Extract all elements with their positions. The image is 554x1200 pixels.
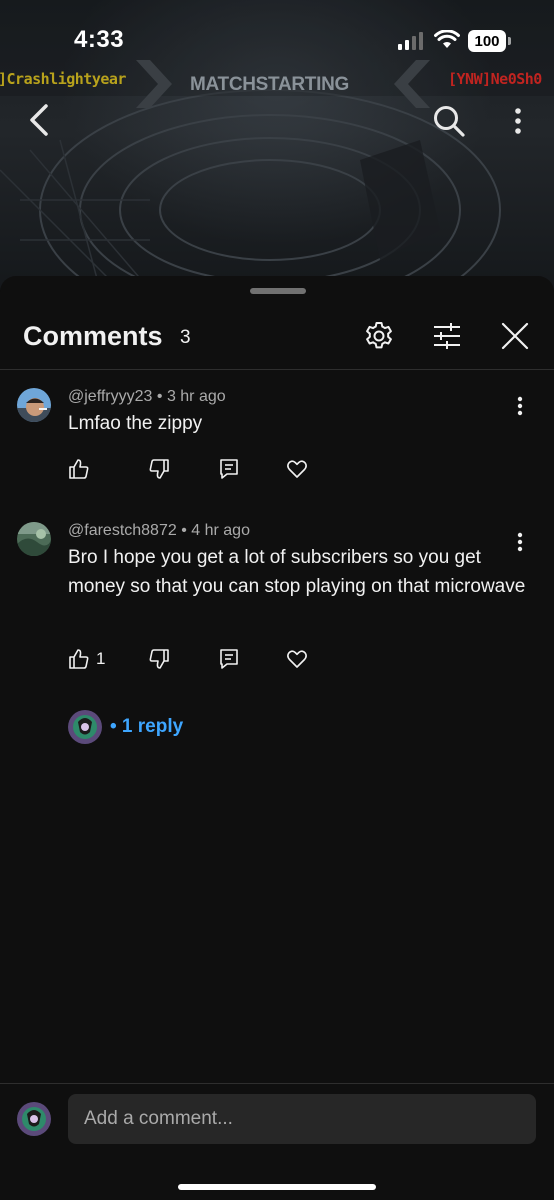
- add-comment-input[interactable]: [68, 1094, 536, 1144]
- comments-count: 3: [180, 327, 191, 348]
- thumbs-down-icon: [149, 649, 169, 669]
- video-player-right-name: [YNW]Ne0Sh0: [448, 70, 542, 88]
- heart-icon: [287, 460, 307, 478]
- heart-button[interactable]: [286, 456, 308, 482]
- back-arrow-icon[interactable]: [24, 100, 54, 140]
- comment-meta: @jeffryyy23 • 3 hr ago: [68, 388, 226, 406]
- like-count: 1: [96, 649, 106, 668]
- chevron-left-banner-icon: [394, 60, 430, 108]
- screen: 4:33 100 ]Crashlightyear MATCHSTARTING […: [0, 0, 554, 1200]
- chevron-right-banner-icon: [136, 60, 172, 108]
- meta-separator: •: [156, 388, 163, 405]
- status-bar: 4:33 100: [0, 0, 554, 80]
- thumbs-up-icon: [69, 459, 89, 479]
- settings-gear-icon[interactable]: [363, 320, 395, 352]
- comments-header: Comments 3: [0, 316, 554, 370]
- comment-time: 3 hr ago: [166, 388, 226, 405]
- comment-actions: 1: [68, 646, 328, 672]
- comments-sheet: Comments 3 @jeffryyy23 • 3 hr ago Lmfao …: [0, 276, 554, 1200]
- video-player[interactable]: 4:33 100 ]Crashlightyear MATCHSTARTING […: [0, 0, 554, 290]
- dislike-button[interactable]: [148, 646, 170, 672]
- avatar: [68, 710, 102, 744]
- comment-author[interactable]: @farestch8872: [68, 522, 177, 539]
- comment-actions: [68, 456, 328, 482]
- clock: 4:33: [74, 26, 125, 53]
- avatar[interactable]: [17, 388, 51, 422]
- video-player-left-name: ]Crashlightyear: [0, 70, 126, 88]
- battery-indicator: 100: [468, 30, 511, 52]
- heart-icon: [287, 650, 307, 668]
- reply-comment-icon: [220, 459, 238, 479]
- header-divider: [0, 369, 554, 370]
- view-replies-button[interactable]: • 1 reply: [68, 710, 183, 744]
- comment-meta: @farestch8872 • 4 hr ago: [68, 522, 250, 540]
- comment-item: @jeffryyy23 • 3 hr ago Lmfao the zippy: [0, 386, 554, 486]
- video-banner-text: MATCHSTARTING: [190, 74, 349, 95]
- avatar[interactable]: [17, 522, 51, 556]
- like-button[interactable]: [68, 456, 90, 482]
- comment-time: 4 hr ago: [191, 522, 250, 539]
- like-button[interactable]: 1: [68, 646, 105, 672]
- meta-separator: •: [181, 522, 187, 539]
- heart-button[interactable]: [286, 646, 308, 672]
- comment-text: Bro I hope you get a lot of subscribers …: [68, 547, 526, 597]
- reply-comment-icon: [220, 649, 238, 669]
- search-icon[interactable]: [432, 104, 466, 138]
- composer-divider: [0, 1083, 554, 1084]
- thumbs-up-icon: [69, 649, 89, 669]
- more-vert-icon[interactable]: [508, 104, 528, 138]
- drag-handle[interactable]: [250, 288, 306, 294]
- home-indicator: [178, 1184, 376, 1190]
- dislike-button[interactable]: [148, 456, 170, 482]
- reply-button[interactable]: [218, 456, 240, 482]
- cellular-signal-icon: [398, 32, 423, 50]
- comment-text: Lmfao the zippy: [68, 413, 203, 434]
- filter-sliders-icon[interactable]: [431, 320, 463, 352]
- close-icon[interactable]: [499, 320, 531, 352]
- current-user-avatar: [17, 1102, 51, 1136]
- comment-author[interactable]: @jeffryyy23: [68, 388, 152, 405]
- comments-title: Comments: [23, 321, 163, 351]
- thumbs-down-icon: [149, 459, 169, 479]
- reply-button[interactable]: [218, 646, 240, 672]
- wifi-icon: [434, 30, 460, 48]
- replies-count-label: • 1 reply: [110, 716, 184, 737]
